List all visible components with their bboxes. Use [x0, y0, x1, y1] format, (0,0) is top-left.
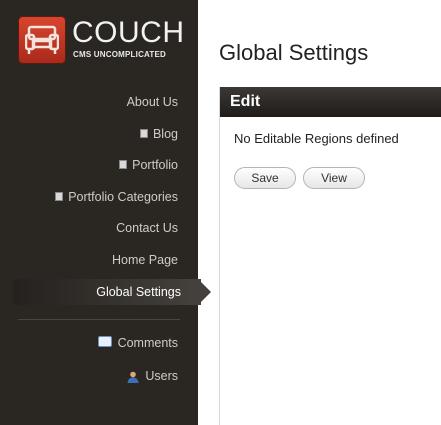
page-title: Global Settings: [219, 40, 369, 65]
panel-header: Edit: [220, 87, 441, 117]
sidebar-item-label: Portfolio: [132, 158, 178, 172]
active-pointer: [198, 279, 211, 305]
brand-title: COUCH: [72, 16, 185, 49]
sidebar-item-home-page[interactable]: Home Page: [112, 250, 178, 270]
sidebar-item-label: About Us: [126, 95, 178, 109]
sidebar-item-label: Users: [145, 369, 178, 383]
sidebar-item-users[interactable]: Users: [127, 366, 178, 386]
page-icon: [119, 160, 128, 170]
sidebar-item-portfolio-categories[interactable]: Portfolio Categories: [55, 187, 178, 207]
brand-tagline: CMS UNCOMPLICATED: [73, 50, 167, 59]
edit-panel: Edit No Editable Regions defined Save Vi…: [219, 87, 441, 425]
sidebar-item-label: Comments: [117, 336, 178, 350]
comment-icon: [97, 336, 112, 348]
sidebar-item-contact-us[interactable]: Contact Us: [116, 218, 178, 238]
user-icon: [127, 369, 139, 383]
sidebar-item-blog[interactable]: Blog: [139, 124, 178, 144]
sidebar-item-label: Contact Us: [116, 221, 178, 235]
sidebar-item-about-us[interactable]: About Us: [127, 92, 178, 112]
sidebar-item-global-settings[interactable]: Global Settings »: [13, 279, 205, 305]
sidebar: COUCH CMS UNCOMPLICATED About Us Blog Po…: [0, 0, 205, 425]
sidebar-item-portfolio[interactable]: Portfolio: [119, 155, 178, 175]
page-icon: [139, 129, 148, 139]
brand-logo[interactable]: COUCH CMS UNCOMPLICATED: [18, 16, 184, 66]
sidebar-item-label: Home Page: [111, 253, 178, 267]
page-icon: [55, 192, 64, 202]
couch-icon: [18, 16, 66, 64]
sidebar-item-label: Portfolio Categories: [68, 190, 178, 204]
sidebar-divider: [18, 319, 180, 320]
sidebar-item-comments[interactable]: Comments: [97, 333, 178, 353]
sidebar-item-label: Global Settings: [96, 285, 181, 299]
status-message: No Editable Regions defined: [234, 131, 399, 146]
save-button[interactable]: Save: [234, 167, 296, 189]
view-button[interactable]: View: [303, 167, 365, 189]
sidebar-item-label: Blog: [152, 127, 178, 141]
